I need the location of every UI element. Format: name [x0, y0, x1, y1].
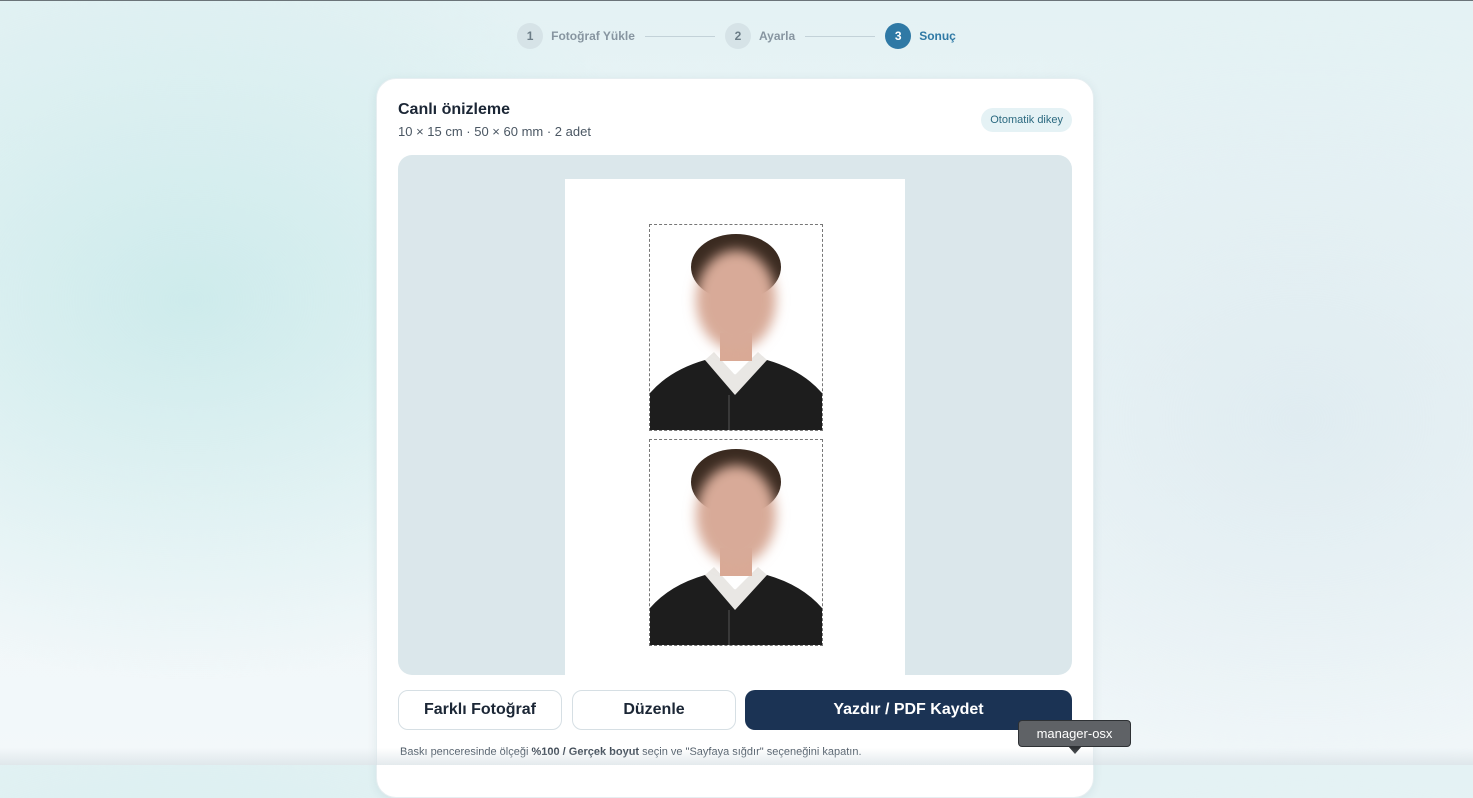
- window-top-border: [0, 0, 1473, 1]
- preview-area: [398, 155, 1072, 675]
- portrait-photo: [650, 440, 822, 645]
- photo-slot: [649, 439, 823, 646]
- tooltip-arrow: [1068, 746, 1082, 754]
- step-label: Sonuç: [919, 29, 956, 43]
- preview-subtitle: 10 × 15 cm · 50 × 60 mm · 2 adet: [398, 124, 591, 139]
- step-label: Ayarla: [758, 29, 796, 43]
- hint-bold: %100 / Gerçek boyut: [531, 746, 640, 758]
- edit-button[interactable]: Düzenle: [572, 690, 736, 730]
- step-result[interactable]: 3 Sonuç: [885, 23, 956, 49]
- preview-title: Canlı önizleme: [398, 101, 511, 118]
- print-hint: Baskı penceresinde ölçeği %100 / Gerçek …: [400, 746, 862, 758]
- photo-slot: [649, 224, 823, 431]
- hint-suffix: seçin ve "Sayfaya sığdır" seçeneğini kap…: [639, 746, 862, 758]
- result-card: Canlı önizleme 10 × 15 cm · 50 × 60 mm ·…: [376, 78, 1094, 798]
- print-sheet: [565, 179, 905, 675]
- step-label: Fotoğraf Yükle: [551, 29, 635, 43]
- stepper: 1 Fotoğraf Yükle 2 Ayarla 3 Sonuç: [0, 23, 1473, 49]
- step-connector: [805, 35, 876, 37]
- orientation-badge: Otomatik dikey: [981, 108, 1072, 132]
- step-adjust[interactable]: 2 Ayarla: [724, 23, 796, 49]
- step-number: 3: [885, 23, 912, 49]
- portrait-photo: [650, 225, 822, 430]
- step-upload-photo[interactable]: 1 Fotoğraf Yükle: [517, 23, 635, 49]
- step-connector: [644, 35, 715, 37]
- hint-prefix: Baskı penceresinde ölçeği: [400, 746, 532, 758]
- different-photo-button[interactable]: Farklı Fotoğraf: [398, 690, 562, 730]
- dock-tooltip: manager-osx: [1018, 720, 1131, 747]
- step-number: 2: [724, 23, 751, 49]
- step-number: 1: [517, 23, 544, 49]
